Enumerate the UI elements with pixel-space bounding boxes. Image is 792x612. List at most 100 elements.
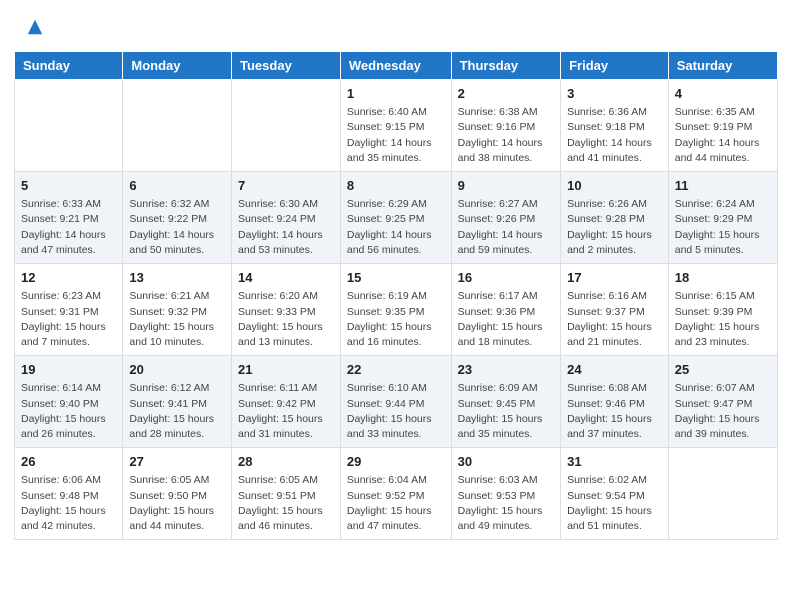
calendar-week-row: 26Sunrise: 6:06 AMSunset: 9:48 PMDayligh… [15,448,778,540]
calendar-cell [668,448,777,540]
day-info: Sunrise: 6:32 AMSunset: 9:22 PMDaylight:… [129,197,225,258]
calendar-cell: 7Sunrise: 6:30 AMSunset: 9:24 PMDaylight… [232,172,341,264]
calendar-cell: 9 Sunrise: 6:27 AMSunset: 9:26 PMDaylight… [451,172,560,264]
day-info: Sunrise: 6:33 AMSunset: 9:21 PMDaylight:… [21,197,116,258]
calendar-cell: 29 Sunrise: 6:04 AMSunset: 9:52 PMDayligh… [340,448,451,540]
day-info: Sunrise: 6:19 AMSunset: 9:35 PMDaylight:… [347,289,445,350]
day-info: Sunrise: 6:12 AMSunset: 9:41 PMDaylight:… [129,381,225,442]
day-info: Sunrise: 6:04 AMSunset: 9:52 PMDaylight:… [347,473,445,534]
day-number: 8 [347,177,445,195]
calendar-cell: 8 Sunrise: 6:29 AMSunset: 9:25 PMDaylight… [340,172,451,264]
calendar-day-header: Tuesday [232,52,341,80]
day-info: Sunrise: 6:03 AMSunset: 9:53 PMDaylight:… [458,473,554,534]
day-info: Sunrise: 6:21 AMSunset: 9:32 PMDaylight:… [129,289,225,350]
calendar-day-header: Saturday [668,52,777,80]
day-number: 16 [458,269,554,287]
calendar-cell [123,80,232,172]
calendar-cell: 17 Sunrise: 6:16 AMSunset: 9:37 PMDayligh… [561,264,669,356]
day-number: 23 [458,361,554,379]
calendar-cell: 24Sunrise: 6:08 AMSunset: 9:46 PMDayligh… [561,356,669,448]
day-number: 12 [21,269,116,287]
day-number: 22 [347,361,445,379]
day-info: Sunrise: 6:26 AMSunset: 9:28 PMDaylight:… [567,197,662,258]
day-info: Sunrise: 6:05 AMSunset: 9:51 PMDaylight:… [238,473,334,534]
calendar-week-row: 5Sunrise: 6:33 AMSunset: 9:21 PMDaylight… [15,172,778,264]
calendar-cell: 3 Sunrise: 6:36 AMSunset: 9:18 PMDaylight… [561,80,669,172]
calendar-cell: 10 Sunrise: 6:26 AMSunset: 9:28 PMDayligh… [561,172,669,264]
calendar-cell: 6 Sunrise: 6:32 AMSunset: 9:22 PMDaylight… [123,172,232,264]
calendar-cell: 28 Sunrise: 6:05 AMSunset: 9:51 PMDayligh… [232,448,341,540]
day-info: Sunrise: 6:05 AMSunset: 9:50 PMDaylight:… [129,473,225,534]
calendar-cell: 18 Sunrise: 6:15 AMSunset: 9:39 PMDayligh… [668,264,777,356]
day-info: Sunrise: 6:02 AMSunset: 9:54 PMDaylight:… [567,473,662,534]
day-number: 11 [675,177,771,195]
day-info: Sunrise: 6:20 AMSunset: 9:33 PMDaylight:… [238,289,334,350]
calendar-week-row: 1Sunrise: 6:40 AMSunset: 9:15 PMDaylight… [15,80,778,172]
calendar-cell: 25Sunrise: 6:07 AMSunset: 9:47 PMDayligh… [668,356,777,448]
calendar-cell: 1Sunrise: 6:40 AMSunset: 9:15 PMDaylight… [340,80,451,172]
day-info: Sunrise: 6:10 AMSunset: 9:44 PMDaylight:… [347,381,445,442]
day-info: Sunrise: 6:09 AMSunset: 9:45 PMDaylight:… [458,381,554,442]
calendar-day-header: Monday [123,52,232,80]
day-number: 15 [347,269,445,287]
day-info: Sunrise: 6:23 AMSunset: 9:31 PMDaylight:… [21,289,116,350]
day-number: 13 [129,269,225,287]
day-info: Sunrise: 6:07 AMSunset: 9:47 PMDaylight:… [675,381,771,442]
calendar-cell: 16 Sunrise: 6:17 AMSunset: 9:36 PMDayligh… [451,264,560,356]
calendar-cell: 30 Sunrise: 6:03 AMSunset: 9:53 PMDayligh… [451,448,560,540]
calendar-cell: 22 Sunrise: 6:10 AMSunset: 9:44 PMDayligh… [340,356,451,448]
calendar-wrapper: SundayMondayTuesdayWednesdayThursdayFrid… [0,51,792,554]
day-number: 18 [675,269,771,287]
calendar-week-row: 19 Sunrise: 6:14 AMSunset: 9:40 PMDayligh… [15,356,778,448]
day-number: 19 [21,361,116,379]
day-number: 29 [347,453,445,471]
day-number: 20 [129,361,225,379]
calendar-day-header: Wednesday [340,52,451,80]
calendar-header-row: SundayMondayTuesdayWednesdayThursdayFrid… [15,52,778,80]
day-number: 9 [458,177,554,195]
day-number: 28 [238,453,334,471]
calendar-table: SundayMondayTuesdayWednesdayThursdayFrid… [14,51,778,540]
calendar-cell: 15 Sunrise: 6:19 AMSunset: 9:35 PMDayligh… [340,264,451,356]
day-info: Sunrise: 6:27 AMSunset: 9:26 PMDaylight:… [458,197,554,258]
calendar-cell: 19 Sunrise: 6:14 AMSunset: 9:40 PMDayligh… [15,356,123,448]
day-number: 30 [458,453,554,471]
day-number: 3 [567,85,662,103]
day-number: 26 [21,453,116,471]
day-info: Sunrise: 6:15 AMSunset: 9:39 PMDaylight:… [675,289,771,350]
day-number: 4 [675,85,771,103]
day-number: 21 [238,361,334,379]
day-number: 7 [238,177,334,195]
day-number: 6 [129,177,225,195]
day-number: 10 [567,177,662,195]
page-header [0,0,792,51]
logo-icon [26,18,44,36]
day-info: Sunrise: 6:16 AMSunset: 9:37 PMDaylight:… [567,289,662,350]
day-info: Sunrise: 6:08 AMSunset: 9:46 PMDaylight:… [567,381,662,442]
day-number: 17 [567,269,662,287]
calendar-cell: 31 Sunrise: 6:02 AMSunset: 9:54 PMDayligh… [561,448,669,540]
calendar-cell [232,80,341,172]
day-info: Sunrise: 6:17 AMSunset: 9:36 PMDaylight:… [458,289,554,350]
day-number: 2 [458,85,554,103]
calendar-cell: 13 Sunrise: 6:21 AMSunset: 9:32 PMDayligh… [123,264,232,356]
day-info: Sunrise: 6:38 AMSunset: 9:16 PMDaylight:… [458,105,554,166]
day-number: 31 [567,453,662,471]
calendar-cell: 27Sunrise: 6:05 AMSunset: 9:50 PMDayligh… [123,448,232,540]
day-info: Sunrise: 6:35 AMSunset: 9:19 PMDaylight:… [675,105,771,166]
calendar-cell: 20 Sunrise: 6:12 AMSunset: 9:41 PMDayligh… [123,356,232,448]
calendar-cell: 12 Sunrise: 6:23 AMSunset: 9:31 PMDayligh… [15,264,123,356]
calendar-cell: 11Sunrise: 6:24 AMSunset: 9:29 PMDayligh… [668,172,777,264]
calendar-cell [15,80,123,172]
day-info: Sunrise: 6:36 AMSunset: 9:18 PMDaylight:… [567,105,662,166]
day-info: Sunrise: 6:29 AMSunset: 9:25 PMDaylight:… [347,197,445,258]
logo [24,18,44,41]
calendar-day-header: Thursday [451,52,560,80]
day-info: Sunrise: 6:14 AMSunset: 9:40 PMDaylight:… [21,381,116,442]
calendar-cell: 2 Sunrise: 6:38 AMSunset: 9:16 PMDaylight… [451,80,560,172]
calendar-day-header: Sunday [15,52,123,80]
calendar-cell: 21 Sunrise: 6:11 AMSunset: 9:42 PMDayligh… [232,356,341,448]
day-info: Sunrise: 6:11 AMSunset: 9:42 PMDaylight:… [238,381,334,442]
calendar-week-row: 12 Sunrise: 6:23 AMSunset: 9:31 PMDayligh… [15,264,778,356]
day-number: 14 [238,269,334,287]
